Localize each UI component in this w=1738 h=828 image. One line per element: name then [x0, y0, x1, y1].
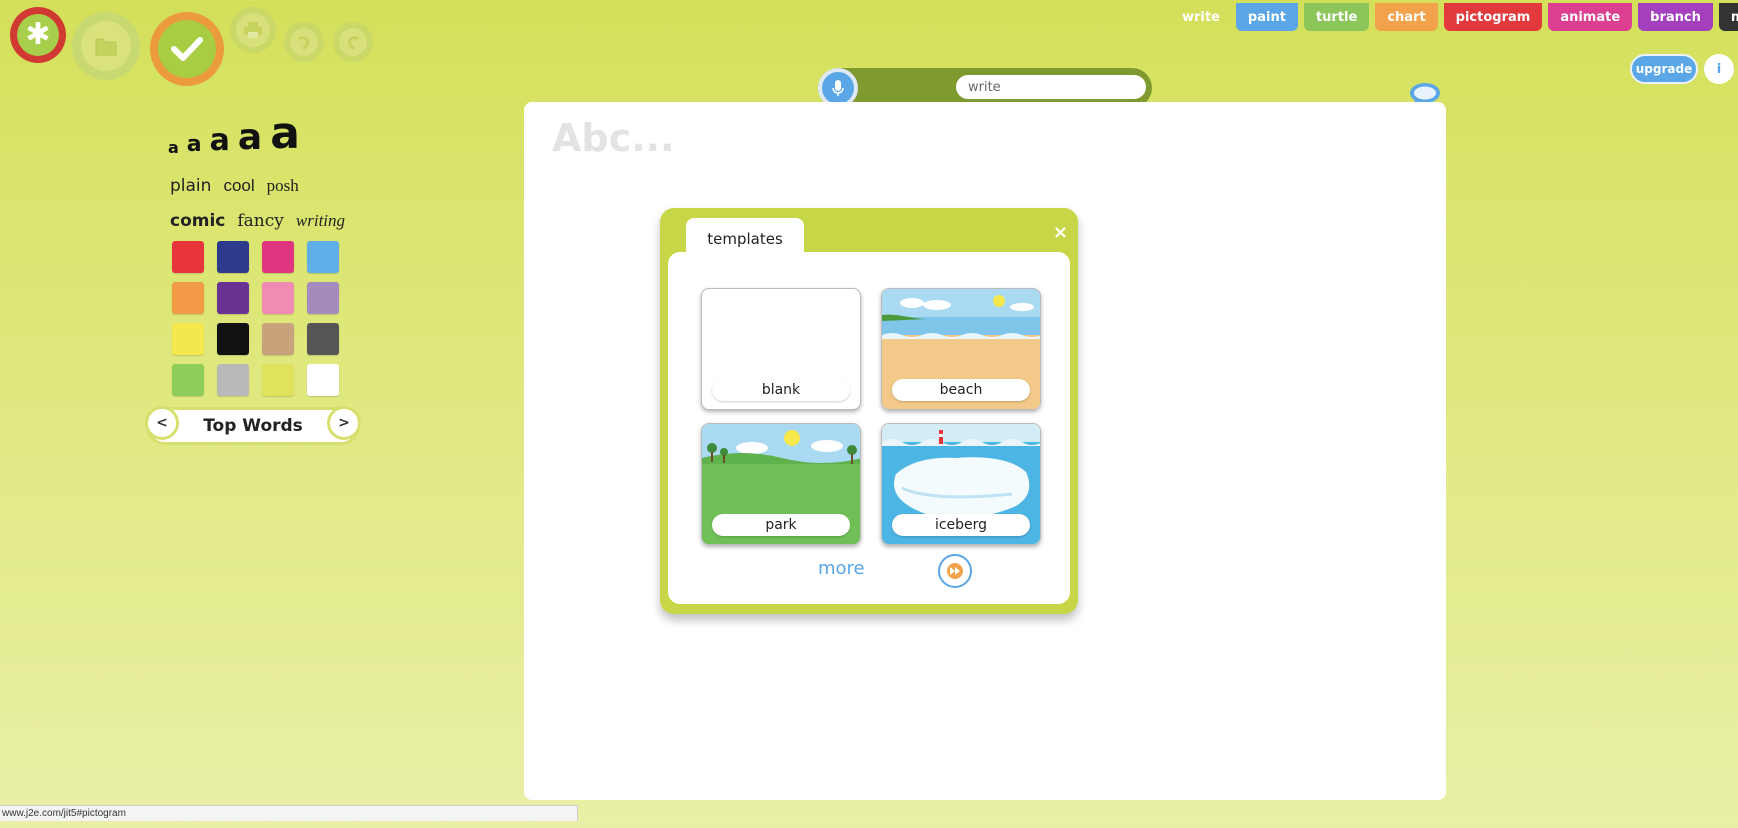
open-button[interactable]: [72, 12, 140, 80]
template-label: park: [712, 514, 850, 536]
close-icon[interactable]: ×: [1053, 222, 1068, 243]
font-style-row-1: plain cool posh: [170, 176, 299, 196]
top-words-next-button[interactable]: >: [327, 406, 361, 440]
font-style-row-2: comic fancy writing: [170, 211, 345, 231]
template-blank[interactable]: blank: [701, 288, 861, 410]
canvas-placeholder: Abc...: [552, 116, 675, 160]
top-words-bar: < Top Words >: [145, 406, 361, 445]
font-cool[interactable]: cool: [223, 176, 254, 196]
font-posh[interactable]: posh: [267, 176, 299, 196]
tab-animate[interactable]: animate: [1548, 3, 1633, 31]
print-button[interactable]: [230, 7, 276, 53]
font-comic[interactable]: comic: [170, 211, 225, 231]
printer-icon: [236, 13, 270, 47]
color-swatch[interactable]: [217, 282, 249, 314]
color-palette: [172, 241, 339, 396]
color-swatch[interactable]: [172, 282, 204, 314]
template-park[interactable]: park: [701, 423, 861, 545]
voice-input[interactable]: [956, 75, 1146, 99]
font-size-l[interactable]: a: [238, 120, 262, 156]
tab-mix[interactable]: mix: [1718, 3, 1738, 31]
template-beach[interactable]: beach: [881, 288, 1041, 410]
tab-write[interactable]: write: [1172, 3, 1230, 31]
color-swatch[interactable]: [262, 241, 294, 273]
color-swatch[interactable]: [172, 364, 204, 396]
color-swatch[interactable]: [172, 323, 204, 355]
font-fancy[interactable]: fancy: [237, 211, 284, 231]
redo-icon: [339, 28, 367, 56]
font-size-s[interactable]: a: [187, 134, 202, 156]
new-button[interactable]: ✱: [10, 7, 66, 63]
tab-chart[interactable]: chart: [1375, 3, 1438, 31]
templates-body: blank beach park iceberg more: [668, 252, 1070, 604]
font-plain[interactable]: plain: [170, 176, 211, 196]
color-swatch[interactable]: [307, 364, 339, 396]
tab-paint[interactable]: paint: [1235, 3, 1298, 31]
font-size-options: a a a a a: [168, 112, 300, 156]
color-swatch[interactable]: [217, 323, 249, 355]
more-templates-link[interactable]: more: [818, 558, 865, 579]
save-button[interactable]: [150, 12, 224, 86]
status-bar-url: www.j2e.com/jit5#pictogram: [0, 805, 578, 821]
color-swatch[interactable]: [307, 323, 339, 355]
color-swatch[interactable]: [217, 364, 249, 396]
tab-turtle[interactable]: turtle: [1303, 3, 1370, 31]
color-swatch[interactable]: [262, 323, 294, 355]
top-words-prev-button[interactable]: <: [145, 406, 179, 440]
app-tabs: write paint turtle chart pictogram anima…: [1172, 3, 1738, 31]
template-label: beach: [892, 379, 1030, 401]
redo-button[interactable]: [333, 22, 373, 62]
template-label: blank: [712, 379, 850, 401]
checkmark-icon: [158, 20, 216, 78]
font-size-xs[interactable]: a: [168, 140, 179, 156]
color-swatch[interactable]: [307, 282, 339, 314]
tab-branch[interactable]: branch: [1638, 3, 1713, 31]
color-swatch[interactable]: [172, 241, 204, 273]
undo-icon: [290, 28, 318, 56]
template-label: iceberg: [892, 514, 1030, 536]
font-writing[interactable]: writing: [296, 211, 345, 231]
folder-icon: [81, 21, 131, 71]
tab-pictogram[interactable]: pictogram: [1443, 3, 1543, 31]
upgrade-button[interactable]: upgrade: [1630, 54, 1698, 84]
color-swatch[interactable]: [262, 282, 294, 314]
asterisk-icon: ✱: [17, 14, 59, 56]
color-swatch[interactable]: [217, 241, 249, 273]
templates-dialog: templates × blank beach park iceberg mor…: [660, 208, 1078, 614]
color-swatch[interactable]: [262, 364, 294, 396]
info-button[interactable]: i: [1704, 54, 1734, 84]
font-size-m[interactable]: a: [210, 126, 230, 156]
font-size-xl[interactable]: a: [270, 112, 300, 156]
color-swatch[interactable]: [307, 241, 339, 273]
template-iceberg[interactable]: iceberg: [881, 423, 1041, 545]
top-words-label[interactable]: Top Words: [203, 416, 303, 436]
undo-button[interactable]: [284, 22, 324, 62]
fast-forward-icon[interactable]: [938, 554, 972, 588]
